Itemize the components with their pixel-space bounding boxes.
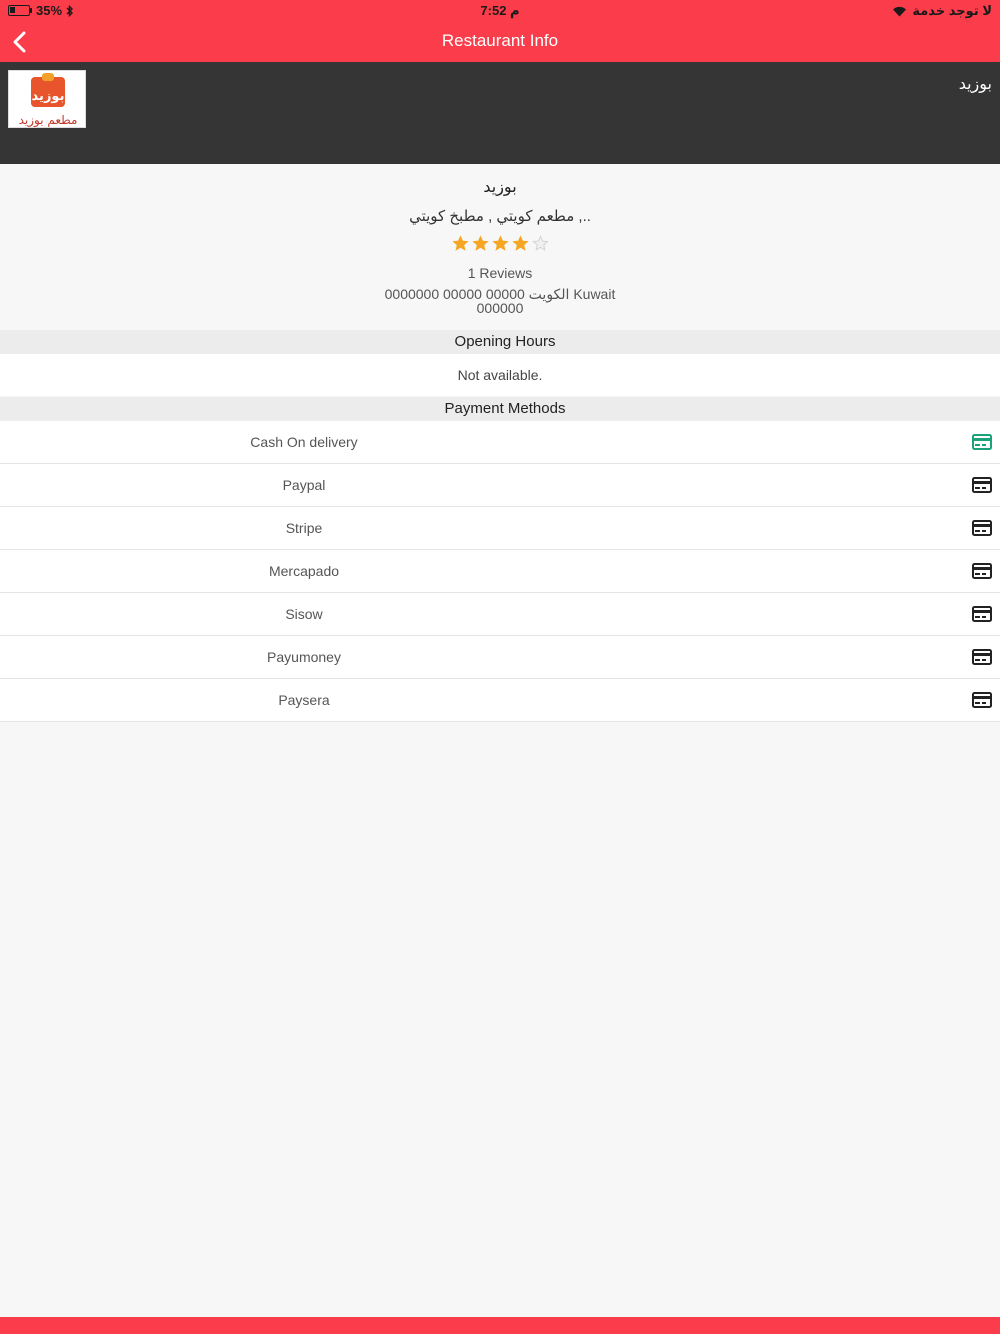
- payment-method-row[interactable]: Paysera: [0, 679, 1000, 722]
- svg-text:بوزيد: بوزيد: [32, 89, 65, 104]
- payment-method-row[interactable]: Payumoney: [0, 636, 1000, 679]
- nav-bar: Restaurant Info: [0, 22, 1000, 62]
- restaurant-info: بوزيد مطعم كويتي , مطبخ كويتي ,.. 1 Revi…: [0, 164, 1000, 330]
- status-time: 7:52 م: [480, 3, 520, 18]
- opening-hours-heading: Opening Hours: [0, 330, 1000, 354]
- credit-card-icon: [972, 606, 992, 627]
- credit-card-icon: [972, 649, 992, 670]
- credit-card-icon: [972, 563, 992, 584]
- opening-hours-value: Not available.: [0, 354, 1000, 396]
- credit-card-icon: [972, 692, 992, 713]
- restaurant-address: 0000000 00000 00000 الكويت Kuwait 000000: [384, 286, 616, 316]
- payment-method-row[interactable]: Stripe: [0, 507, 1000, 550]
- carrier-text: لا توجد خدمة: [912, 3, 992, 18]
- wifi-icon: [893, 6, 907, 16]
- restaurant-logo: بوزيد مطعم بوزيد: [8, 70, 86, 128]
- reviews-count[interactable]: 1 Reviews: [0, 265, 1000, 281]
- restaurant-banner: بوزيد مطعم بوزيد بوزيد: [0, 62, 1000, 164]
- payment-method-label: Paypal: [282, 477, 326, 493]
- svg-text:مطعم بوزيد: مطعم بوزيد: [19, 113, 78, 128]
- status-bar: 35% 7:52 م لا توجد خدمة: [0, 0, 1000, 22]
- credit-card-icon: [972, 434, 992, 455]
- network-indicator: لا توجد خدمة: [892, 3, 992, 19]
- rating-stars: [0, 235, 1000, 252]
- payment-method-label: Cash On delivery: [250, 434, 358, 450]
- payment-method-row[interactable]: Mercapado: [0, 550, 1000, 593]
- payment-method-label: Mercapado: [268, 563, 340, 579]
- payment-methods-list: Cash On delivery Paypal Stripe Mercapado Sis…: [0, 421, 1000, 722]
- star-filled-icon: [511, 235, 529, 251]
- bottom-bar: [0, 1317, 1000, 1334]
- payment-method-row[interactable]: Sisow: [0, 593, 1000, 636]
- payment-method-label: Payumoney: [267, 649, 341, 665]
- banner-restaurant-name: بوزيد: [958, 76, 992, 93]
- payment-method-label: Paysera: [278, 692, 330, 708]
- star-empty-icon: [531, 235, 549, 251]
- payment-method-row[interactable]: Cash On delivery: [0, 421, 1000, 464]
- star-filled-icon: [451, 235, 469, 251]
- payment-method-label: Stripe: [285, 520, 323, 536]
- payment-method-label: Sisow: [285, 606, 323, 622]
- payment-methods-heading: Payment Methods: [0, 397, 1000, 421]
- cuisine-text: مطعم كويتي , مطبخ كويتي ,..: [409, 208, 591, 225]
- star-filled-icon: [471, 235, 489, 251]
- page-title: Restaurant Info: [441, 31, 559, 50]
- credit-card-icon: [972, 477, 992, 498]
- credit-card-icon: [972, 520, 992, 541]
- restaurant-name: بوزيد: [483, 179, 517, 196]
- payment-method-row[interactable]: Paypal: [0, 464, 1000, 507]
- star-filled-icon: [491, 235, 509, 251]
